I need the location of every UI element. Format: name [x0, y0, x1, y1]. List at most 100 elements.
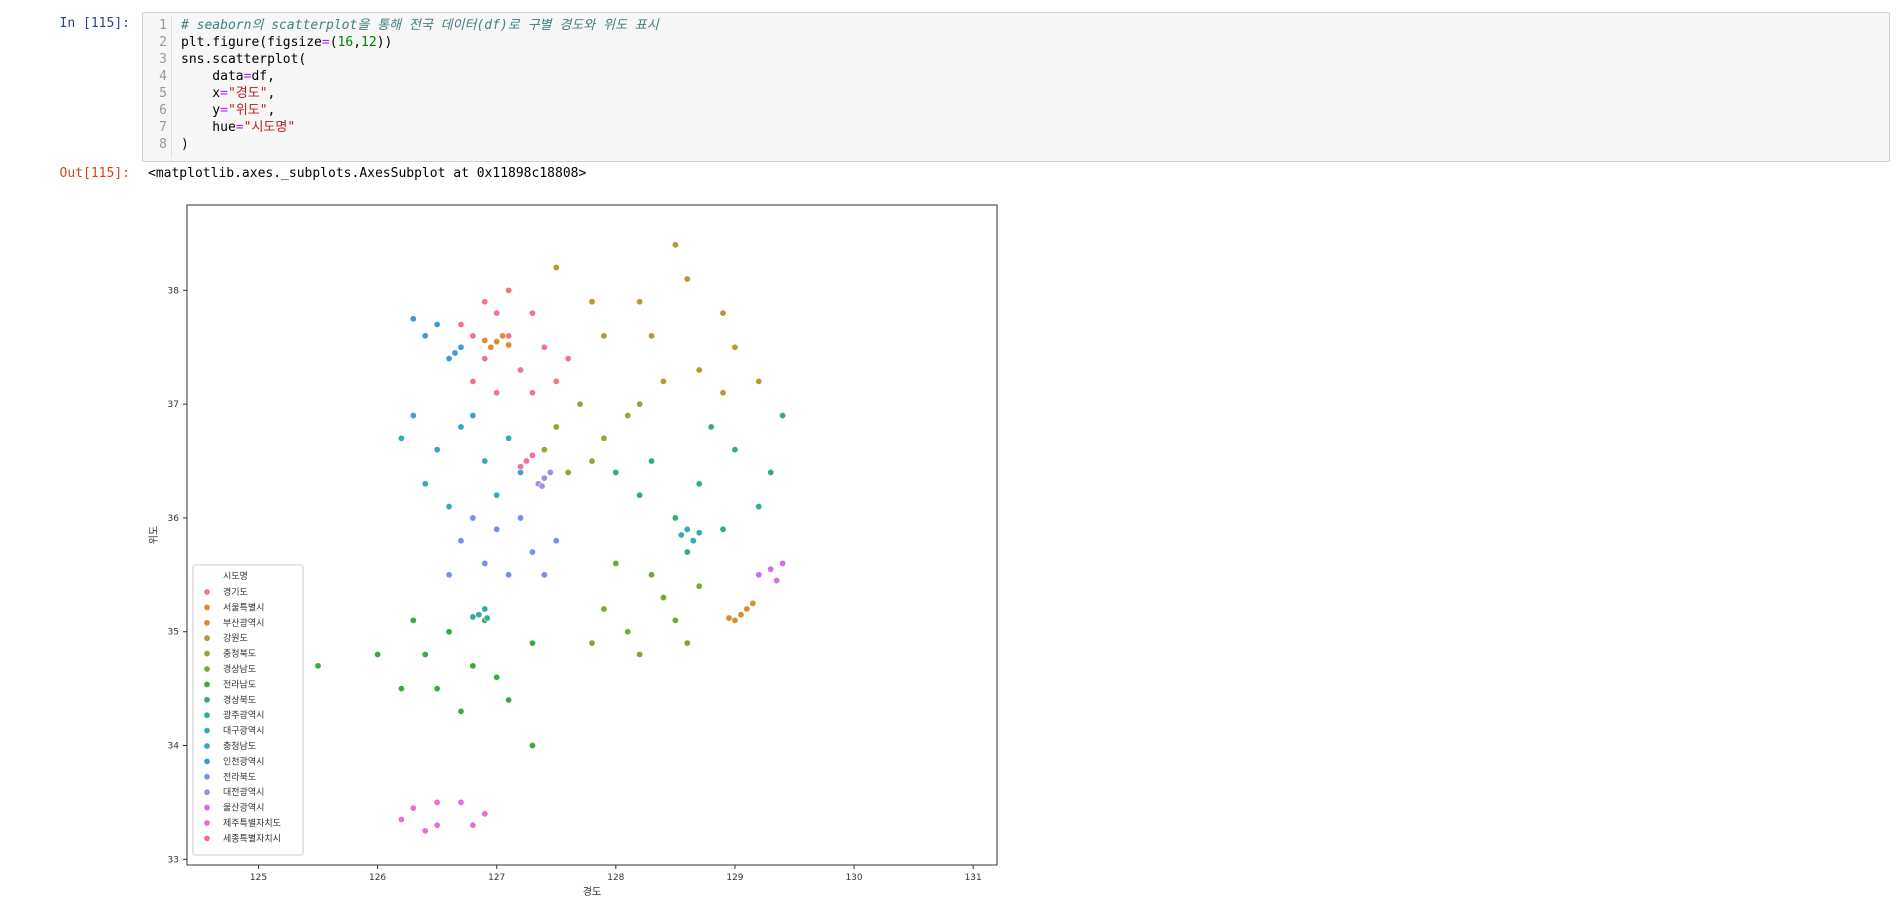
code-token: ) [181, 137, 189, 152]
data-point [731, 343, 739, 351]
legend-marker [203, 788, 211, 796]
data-point [636, 298, 644, 306]
code-token: # seaborn의 scatterplot을 통해 전국 데이터(df)로 구… [181, 18, 659, 33]
data-point [773, 577, 781, 585]
data-point [481, 810, 489, 818]
code-text[interactable]: # seaborn의 scatterplot을 통해 전국 데이터(df)로 구… [181, 17, 659, 153]
code-cell-editor[interactable]: 12345678 # seaborn의 scatterplot을 통해 전국 데… [142, 12, 1890, 162]
data-point [433, 446, 441, 454]
data-point [475, 611, 483, 619]
data-point [779, 412, 787, 420]
code-token: 16 [337, 35, 354, 50]
y-tick-label: 33 [168, 855, 179, 865]
data-point [528, 389, 536, 397]
data-point [538, 482, 546, 490]
data-point [481, 336, 489, 344]
code-token: "경도" [227, 86, 268, 101]
data-point [719, 525, 727, 533]
data-point [505, 332, 513, 340]
data-point [457, 798, 465, 806]
code-token: , [267, 86, 276, 101]
data-point [457, 707, 465, 715]
legend-marker [203, 588, 211, 596]
data-point [481, 605, 489, 613]
code-line: plt.figure(figsize=(16,12)) [181, 34, 659, 51]
y-axis-label: 위도 [147, 526, 160, 544]
code-token: = [321, 35, 330, 50]
code-line: x="경도", [181, 85, 659, 102]
data-point [457, 423, 465, 431]
data-point [540, 474, 548, 482]
output-prompt: Out[115]: [59, 166, 130, 181]
code-token: "시도명" [243, 120, 296, 135]
legend-label: 제주특별자치도 [223, 817, 281, 829]
data-point [552, 423, 560, 431]
code-token: y [181, 103, 221, 118]
code-token: plt.figure(figsize [181, 35, 322, 50]
data-point [671, 241, 679, 249]
data-point [659, 377, 667, 385]
code-line: # seaborn의 scatterplot을 통해 전국 데이터(df)로 구… [181, 17, 659, 34]
data-point [600, 332, 608, 340]
data-point [481, 298, 489, 306]
data-point [695, 366, 703, 374]
data-point [540, 571, 548, 579]
legend-label: 전라북도 [223, 772, 256, 783]
line-number-gutter: 1 2 3 4 5 6 7 8 [143, 17, 172, 157]
data-point [457, 343, 465, 351]
data-point [409, 804, 417, 812]
data-point [457, 537, 465, 545]
data-point [421, 480, 429, 488]
data-point [648, 457, 656, 465]
data-point [481, 559, 489, 567]
data-point [600, 434, 608, 442]
data-point [695, 480, 703, 488]
legend-label: 전라남도 [223, 679, 256, 690]
data-point [505, 286, 513, 294]
data-point [505, 571, 513, 579]
data-point [636, 400, 644, 408]
data-point [409, 616, 417, 624]
x-tick-label: 126 [369, 873, 386, 883]
data-point [546, 468, 554, 476]
line-number: 5 [159, 86, 167, 101]
data-point [483, 614, 491, 622]
data-point [517, 463, 525, 471]
data-point [731, 446, 739, 454]
data-point [433, 798, 441, 806]
y-tick-label: 36 [168, 514, 180, 524]
data-point [564, 355, 572, 363]
data-point [695, 582, 703, 590]
legend-marker [203, 665, 211, 673]
data-point [469, 412, 477, 420]
data-point [588, 298, 596, 306]
data-point [719, 309, 727, 317]
data-point [707, 423, 715, 431]
input-prompt: In [115]: [59, 16, 130, 31]
data-point [552, 264, 560, 272]
data-point [767, 468, 775, 476]
line-number: 7 [159, 120, 167, 135]
data-point [528, 309, 536, 317]
data-point [433, 821, 441, 829]
data-point [505, 434, 513, 442]
legend-marker [203, 619, 211, 627]
code-token: "위도" [227, 103, 268, 118]
code-token: , [353, 35, 362, 50]
data-point [493, 389, 501, 397]
legend-label: 부산광역시 [223, 617, 264, 629]
code-line: y="위도", [181, 102, 659, 119]
data-point [600, 605, 608, 613]
data-point [445, 355, 453, 363]
data-point [469, 821, 477, 829]
code-token: = [220, 86, 228, 101]
legend-marker [203, 634, 211, 642]
data-point [421, 332, 429, 340]
legend-marker [203, 650, 211, 658]
data-point [564, 468, 572, 476]
x-tick-label: 129 [726, 873, 743, 883]
data-point [636, 491, 644, 499]
legend-marker [203, 727, 211, 735]
code-token: x [181, 86, 221, 101]
data-point [528, 742, 536, 750]
